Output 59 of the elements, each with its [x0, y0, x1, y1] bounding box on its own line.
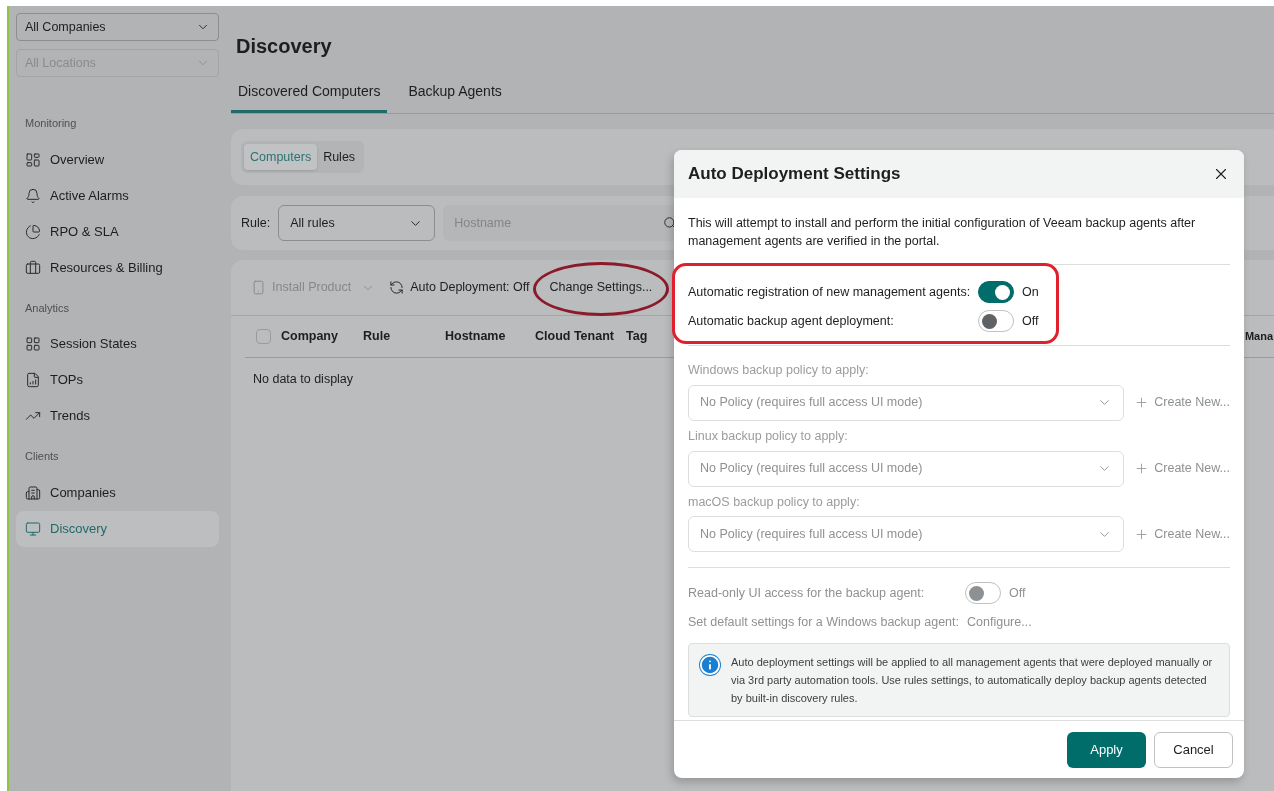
default-settings-label: Set default settings for a Windows backup agent: — [688, 614, 959, 632]
scope-dropdown[interactable]: All Companies — [16, 13, 219, 41]
column-header: Rule — [363, 328, 392, 346]
page-tab[interactable]: Backup Agents — [401, 80, 509, 113]
toggle-state: Off — [1009, 584, 1026, 602]
section-label: Analytics — [24, 300, 71, 316]
segment-tab[interactable]: Rules — [317, 144, 362, 170]
bell-icon — [25, 187, 41, 204]
section-label: Clients — [24, 449, 60, 464]
dialog-title: Auto Deployment Settings — [688, 163, 901, 186]
change-settings-button[interactable]: Change Settings... — [549, 278, 653, 297]
plus-icon — [1134, 526, 1150, 542]
nav-item[interactable]: Active Alarms — [16, 177, 219, 214]
toggle-switch[interactable] — [978, 310, 1014, 332]
apply-button[interactable]: Apply — [1067, 731, 1146, 768]
refresh-icon — [389, 280, 405, 295]
device-icon — [251, 280, 266, 295]
page-title: Discovery — [236, 34, 333, 59]
empty-table-message: No data to display — [253, 371, 354, 388]
policy-label: macOS backup policy to apply: — [688, 493, 861, 511]
rule-dropdown[interactable]: All rules — [278, 205, 436, 241]
page-tab[interactable]: Discovered Computers — [231, 80, 388, 113]
info-icon — [699, 654, 721, 676]
column-header: Mana — [1244, 329, 1274, 345]
document-chart-icon — [25, 372, 41, 388]
nav-item[interactable]: Overview — [16, 141, 219, 178]
dashboard-icon — [25, 151, 41, 168]
dialog-description: This will attempt to install and perform the initial configuration of Veeam backup agents after management agents are verified in the portal. — [688, 215, 1197, 250]
plus-icon — [1134, 461, 1150, 476]
info-text: Auto deployment settings will be applied to all management agents that were deployed manually or via 3rd party automation tools. Use rules settings, to automatically deploy backup agents detected by built-in discovery rules. — [731, 655, 1214, 706]
nav-item[interactable]: Resources & Billing — [16, 249, 219, 286]
monitor-icon — [25, 520, 41, 537]
nav-item[interactable]: Companies — [16, 474, 219, 511]
cancel-button[interactable]: Cancel — [1154, 731, 1233, 768]
grid-icon — [25, 336, 41, 352]
column-header: Company — [281, 328, 339, 346]
toggle-state: Off — [1022, 312, 1039, 330]
section-label: Monitoring — [24, 116, 78, 131]
column-header: Cloud Tenant — [535, 328, 615, 346]
select-all-checkbox[interactable] — [256, 329, 271, 344]
nav-item[interactable]: Session States — [16, 326, 219, 362]
briefcase-icon — [25, 259, 41, 276]
nav-item[interactable]: TOPs — [16, 362, 219, 398]
column-header: Tag — [626, 328, 649, 346]
building-icon — [25, 484, 41, 501]
nav-item[interactable]: Trends — [16, 398, 219, 434]
plus-icon — [1134, 395, 1150, 411]
column-header: Hostname — [445, 328, 507, 346]
toggle-label: Automatic registration of new management agents: — [688, 283, 972, 301]
nav-item[interactable]: RPO & SLA — [16, 213, 219, 250]
auto-deployment-status: Auto Deployment: Off — [410, 279, 530, 297]
policy-label: Windows backup policy to apply: — [688, 362, 870, 379]
toggle-label: Automatic backup agent deployment: — [688, 312, 895, 330]
policy-label: Linux backup policy to apply: — [688, 427, 849, 445]
toggle-state: On — [1022, 283, 1039, 301]
toggle-switch[interactable] — [978, 281, 1014, 303]
rule-label: Rule: — [241, 214, 271, 232]
toggle-label: Read-only UI access for the backup agent: — [688, 584, 926, 602]
pie-chart-icon — [25, 223, 41, 240]
